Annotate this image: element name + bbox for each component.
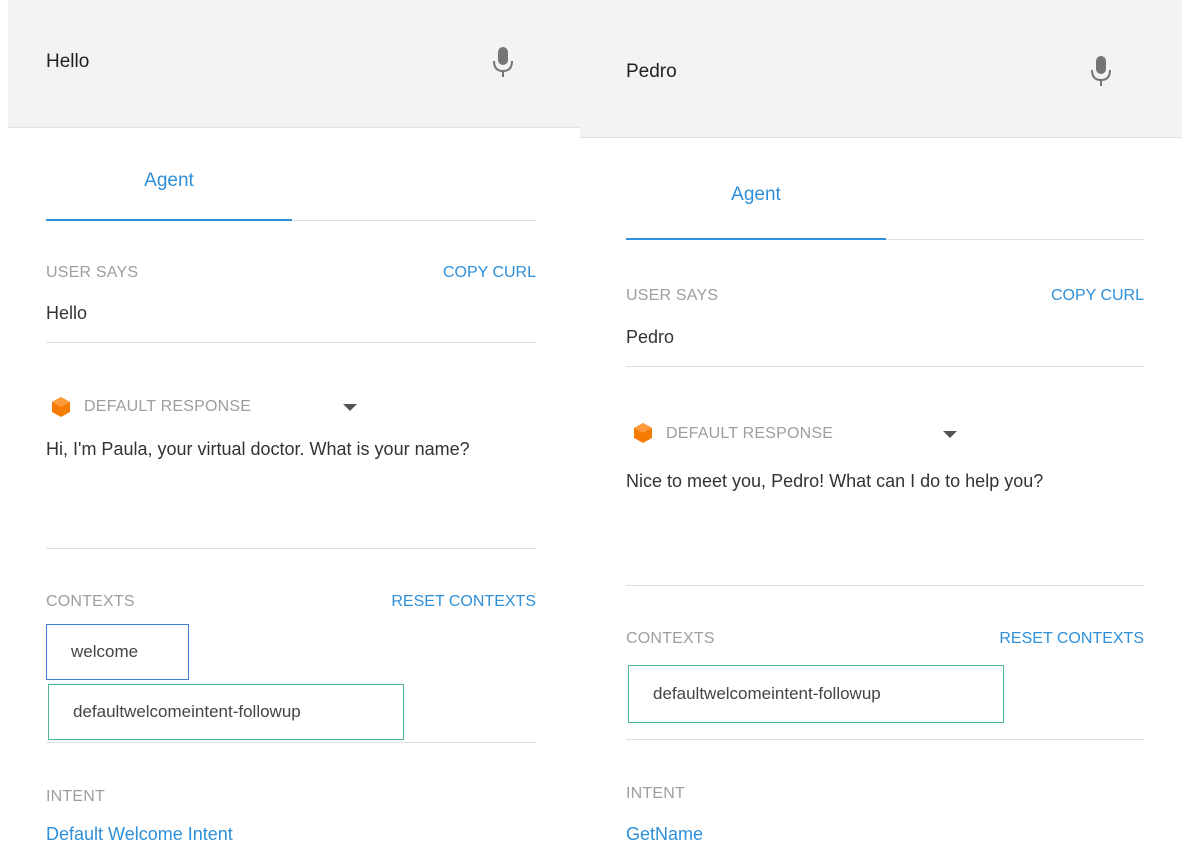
query-bar: Pedro	[580, 0, 1182, 138]
context-chip[interactable]: welcome	[46, 624, 189, 680]
tab-active-indicator	[46, 219, 292, 221]
section-divider	[626, 585, 1144, 586]
tab-agent[interactable]: Agent	[626, 184, 886, 206]
section-divider	[626, 366, 1144, 367]
contexts-label: CONTEXTS	[626, 630, 715, 647]
agent-avatar-icon	[634, 423, 652, 443]
contexts-label: CONTEXTS	[46, 593, 135, 610]
intent-label: INTENT	[46, 788, 105, 805]
default-response-label: DEFAULT RESPONSE	[666, 425, 834, 442]
user-says-label: USER SAYS	[626, 287, 719, 304]
section-divider	[626, 739, 1144, 740]
tab-active-indicator	[626, 238, 886, 240]
query-input[interactable]: Pedro	[626, 61, 677, 83]
reset-contexts-button[interactable]: RESET CONTEXTS	[999, 630, 1144, 648]
section-divider	[46, 548, 536, 549]
copy-curl-button[interactable]: COPY CURL	[1051, 287, 1144, 305]
user-says-value: Hello	[46, 303, 88, 323]
test-console-panel-right: Pedro Agent USER SAYS COPY CURL Pedro DE…	[580, 0, 1182, 863]
section-divider	[46, 742, 536, 743]
user-says-value: Pedro	[626, 327, 675, 347]
intent-label: INTENT	[626, 785, 685, 802]
section-divider	[46, 342, 536, 343]
context-chip[interactable]: defaultwelcomeintent-followup	[628, 665, 1004, 723]
intent-name-link[interactable]: GetName	[626, 824, 703, 845]
copy-curl-button[interactable]: COPY CURL	[443, 264, 536, 282]
caret-down-icon[interactable]	[943, 431, 957, 438]
tab-agent[interactable]: Agent	[46, 170, 292, 192]
agent-avatar-icon	[52, 397, 70, 417]
response-text: Nice to meet you, Pedro! What can I do t…	[626, 471, 1044, 491]
default-response-label: DEFAULT RESPONSE	[84, 398, 252, 415]
query-bar: Hello	[8, 0, 580, 128]
reset-contexts-button[interactable]: RESET CONTEXTS	[391, 593, 536, 611]
user-says-label: USER SAYS	[46, 264, 139, 281]
microphone-icon[interactable]	[1090, 55, 1112, 89]
query-input[interactable]: Hello	[46, 51, 89, 73]
microphone-icon[interactable]	[492, 46, 514, 80]
caret-down-icon[interactable]	[343, 404, 357, 411]
context-chip[interactable]: defaultwelcomeintent-followup	[48, 684, 404, 740]
response-text: Hi, I'm Paula, your virtual doctor. What…	[46, 439, 470, 459]
test-console-panel-left: Hello Agent USER SAYS COPY CURL Hello DE…	[0, 0, 580, 863]
intent-name-link[interactable]: Default Welcome Intent	[46, 824, 233, 845]
